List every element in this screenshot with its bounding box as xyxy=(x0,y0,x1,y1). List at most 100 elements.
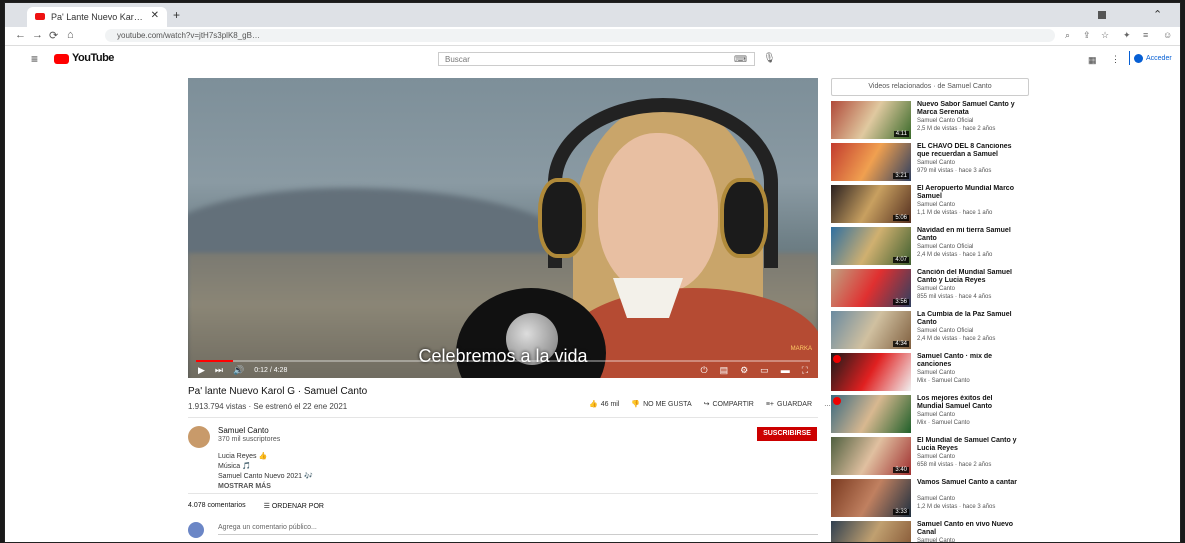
new-tab-button[interactable]: + xyxy=(173,8,180,22)
related-video-item[interactable]: Los mejores éxitos del Mundial Samuel Ca… xyxy=(831,395,1131,435)
share-icon[interactable]: ⇪ xyxy=(1083,30,1091,41)
bookmark-star-icon[interactable]: ☆ xyxy=(1101,30,1109,41)
related-video-channel[interactable]: Samuel Canto Oficial xyxy=(917,244,973,250)
related-video-thumbnail[interactable] xyxy=(831,353,911,391)
description-line: Música 🎵 xyxy=(218,463,251,470)
play-icon[interactable]: ▶ xyxy=(198,365,205,376)
related-video-channel[interactable]: Samuel Canto xyxy=(917,202,955,208)
settings-dots-icon[interactable]: ⋮ xyxy=(1111,54,1120,65)
related-video-channel[interactable]: Samuel Canto xyxy=(917,538,955,542)
related-video-title[interactable]: El Mundial de Samuel Canto y Lucia Reyes xyxy=(917,437,1017,453)
comment-input[interactable]: Agrega un comentario público... xyxy=(218,524,818,535)
related-video-thumbnail[interactable]: 3:21 xyxy=(831,143,911,181)
theater-mode-icon[interactable]: ▬ xyxy=(781,365,790,375)
volume-icon[interactable]: 🔊 xyxy=(233,365,244,376)
home-icon[interactable]: ⌂ xyxy=(67,29,74,41)
minimize-window-icon[interactable] xyxy=(1098,11,1106,19)
subscribe-button[interactable]: SUSCRIBIRSE xyxy=(757,427,817,441)
related-video-item[interactable]: 3:33 Vamos Samuel Canto a cantar Samuel … xyxy=(831,479,1131,519)
related-video-thumbnail[interactable]: 5:06 xyxy=(831,185,911,223)
sign-in-label: Acceder xyxy=(1146,54,1172,62)
related-video-thumbnail[interactable]: 3:56 xyxy=(831,269,911,307)
youtube-logo-icon[interactable] xyxy=(54,54,69,64)
related-video-thumbnail[interactable]: 3:40 xyxy=(831,437,911,475)
related-video-channel[interactable]: Samuel Canto xyxy=(917,454,955,460)
url-field[interactable]: youtube.com/watch?v=jtH7s3plK8_gB… xyxy=(105,29,1055,42)
related-video-thumbnail[interactable]: 3:33 xyxy=(831,479,911,517)
reload-icon[interactable]: ⟳ xyxy=(49,29,58,42)
extensions-icon[interactable]: ✦ xyxy=(1123,30,1131,41)
related-video-item[interactable]: 3:21 EL CHAVO DEL 8 Canciones que recuer… xyxy=(831,143,1131,183)
keyboard-icon[interactable]: ⌨ xyxy=(734,54,747,65)
related-video-title[interactable]: El Aeropuerto Mundial Marco Samuel xyxy=(917,185,1017,201)
related-video-item[interactable]: Samuel Canto · mix de canciones Samuel C… xyxy=(831,353,1131,393)
save-button[interactable]: ≡+ GUARDAR xyxy=(766,400,812,408)
zoom-icon[interactable]: ⌕ xyxy=(1065,30,1070,41)
related-video-title[interactable]: Samuel Canto · mix de canciones xyxy=(917,353,1017,369)
share-button[interactable]: ↪ COMPARTIR xyxy=(704,400,754,409)
settings-gear-icon[interactable]: ⚙ xyxy=(740,365,748,376)
related-video-channel[interactable]: Samuel Canto xyxy=(917,160,955,166)
window-menu-icon[interactable]: ⌃ xyxy=(1153,8,1162,21)
save-playlist-icon: ≡+ xyxy=(765,400,775,408)
miniplayer-icon[interactable]: ▭ xyxy=(760,365,769,376)
related-video-meta: 1,2 M de vistas · hace 3 años xyxy=(917,504,996,510)
subtitles-icon[interactable]: ▤ xyxy=(720,365,729,376)
sign-in-button[interactable]: Acceder xyxy=(1129,51,1172,65)
related-video-meta: 855 mil vistas · hace 4 años xyxy=(917,294,992,300)
related-video-thumbnail[interactable]: 4:07 xyxy=(831,227,911,265)
related-video-title[interactable]: Samuel Canto en vivo Nuevo Canal xyxy=(917,521,1017,537)
youtube-logo-text[interactable]: YouTube xyxy=(72,52,114,64)
related-filter-chip[interactable]: Videos relacionados · de Samuel Canto xyxy=(831,78,1029,96)
related-video-item[interactable]: 2:58 Samuel Canto en vivo Nuevo Canal Sa… xyxy=(831,521,1131,542)
related-video-channel[interactable]: Samuel Canto xyxy=(917,412,955,418)
hamburger-menu-icon[interactable]: ≡ xyxy=(31,52,38,66)
like-count: 46 mil xyxy=(600,400,620,408)
related-video-channel[interactable]: Samuel Canto Oficial xyxy=(917,328,973,334)
browser-window: Pa' Lante Nuevo Karol G cantar… ✕ + ⌃ ← … xyxy=(4,2,1181,543)
related-video-channel[interactable]: Samuel Canto Oficial xyxy=(917,118,973,124)
browser-tab[interactable]: Pa' Lante Nuevo Karol G cantar… ✕ xyxy=(27,7,167,27)
related-video-item[interactable]: 4:34 La Cumbia de la Paz Samuel Canto Sa… xyxy=(831,311,1131,351)
related-video-thumbnail[interactable] xyxy=(831,395,911,433)
search-input[interactable]: Buscar xyxy=(438,52,755,66)
sort-button[interactable]: ☰ ORDENAR POR xyxy=(264,502,324,510)
close-tab-icon[interactable]: ✕ xyxy=(151,10,159,21)
related-video-title[interactable]: La Cumbia de la Paz Samuel Canto xyxy=(917,311,1017,327)
show-more-button[interactable]: MOSTRAR MÁS xyxy=(218,482,313,492)
microphone-icon[interactable]: 🎙 xyxy=(763,53,776,64)
back-arrow-icon[interactable]: ← xyxy=(15,29,26,41)
related-video-channel[interactable]: Samuel Canto xyxy=(917,496,955,502)
reading-list-icon[interactable]: ≡ xyxy=(1143,30,1148,40)
video-duration: 3:40 xyxy=(893,467,909,473)
related-video-title[interactable]: Canción del Mundial Samuel Canto y Lucia… xyxy=(917,269,1017,285)
related-video-item[interactable]: 4:07 Navidad en mi tierra Samuel Canto S… xyxy=(831,227,1131,267)
forward-arrow-icon[interactable]: → xyxy=(32,29,43,41)
related-video-item[interactable]: 3:40 El Mundial de Samuel Canto y Lucia … xyxy=(831,437,1131,477)
related-video-thumbnail[interactable]: 4:34 xyxy=(831,311,911,349)
fullscreen-icon[interactable]: ⛶ xyxy=(802,365,808,376)
related-video-meta: 1,1 M de vistas · hace 1 año xyxy=(917,210,993,216)
apps-grid-icon[interactable]: ▦ xyxy=(1088,55,1097,66)
channel-avatar[interactable] xyxy=(188,426,210,448)
related-video-item[interactable]: 4:11 Nuevo Sabor Samuel Canto y Marca Se… xyxy=(831,101,1131,141)
channel-name[interactable]: Samuel Canto xyxy=(218,426,269,435)
profile-icon[interactable]: ☺ xyxy=(1163,30,1172,40)
next-icon[interactable]: ⏭ xyxy=(215,365,223,376)
related-video-thumbnail[interactable]: 4:11 xyxy=(831,101,911,139)
autoplay-toggle-icon[interactable]: ⏻ xyxy=(700,365,707,376)
related-video-title[interactable]: Navidad en mi tierra Samuel Canto xyxy=(917,227,1017,243)
related-video-title[interactable]: EL CHAVO DEL 8 Canciones que recuerdan a… xyxy=(917,143,1017,159)
like-button[interactable]: 👍 46 mil xyxy=(589,400,620,409)
dislike-button[interactable]: 👎 NO ME GUSTA xyxy=(631,400,691,409)
related-video-channel[interactable]: Samuel Canto xyxy=(917,286,955,292)
related-video-thumbnail[interactable]: 2:58 xyxy=(831,521,911,542)
related-video-title[interactable]: Los mejores éxitos del Mundial Samuel Ca… xyxy=(917,395,1017,411)
more-actions-button[interactable]: … xyxy=(824,400,831,408)
related-video-title[interactable]: Nuevo Sabor Samuel Canto y Marca Serenat… xyxy=(917,101,1017,117)
related-video-item[interactable]: 3:56 Canción del Mundial Samuel Canto y … xyxy=(831,269,1131,309)
related-video-title[interactable]: Vamos Samuel Canto a cantar xyxy=(917,479,1017,487)
video-player[interactable]: Celebremos a la vida MARKA ▶ ⏭ 🔊 0:12 / … xyxy=(188,78,818,378)
related-video-item[interactable]: 5:06 El Aeropuerto Mundial Marco Samuel … xyxy=(831,185,1131,225)
related-video-channel[interactable]: Samuel Canto xyxy=(917,370,955,376)
